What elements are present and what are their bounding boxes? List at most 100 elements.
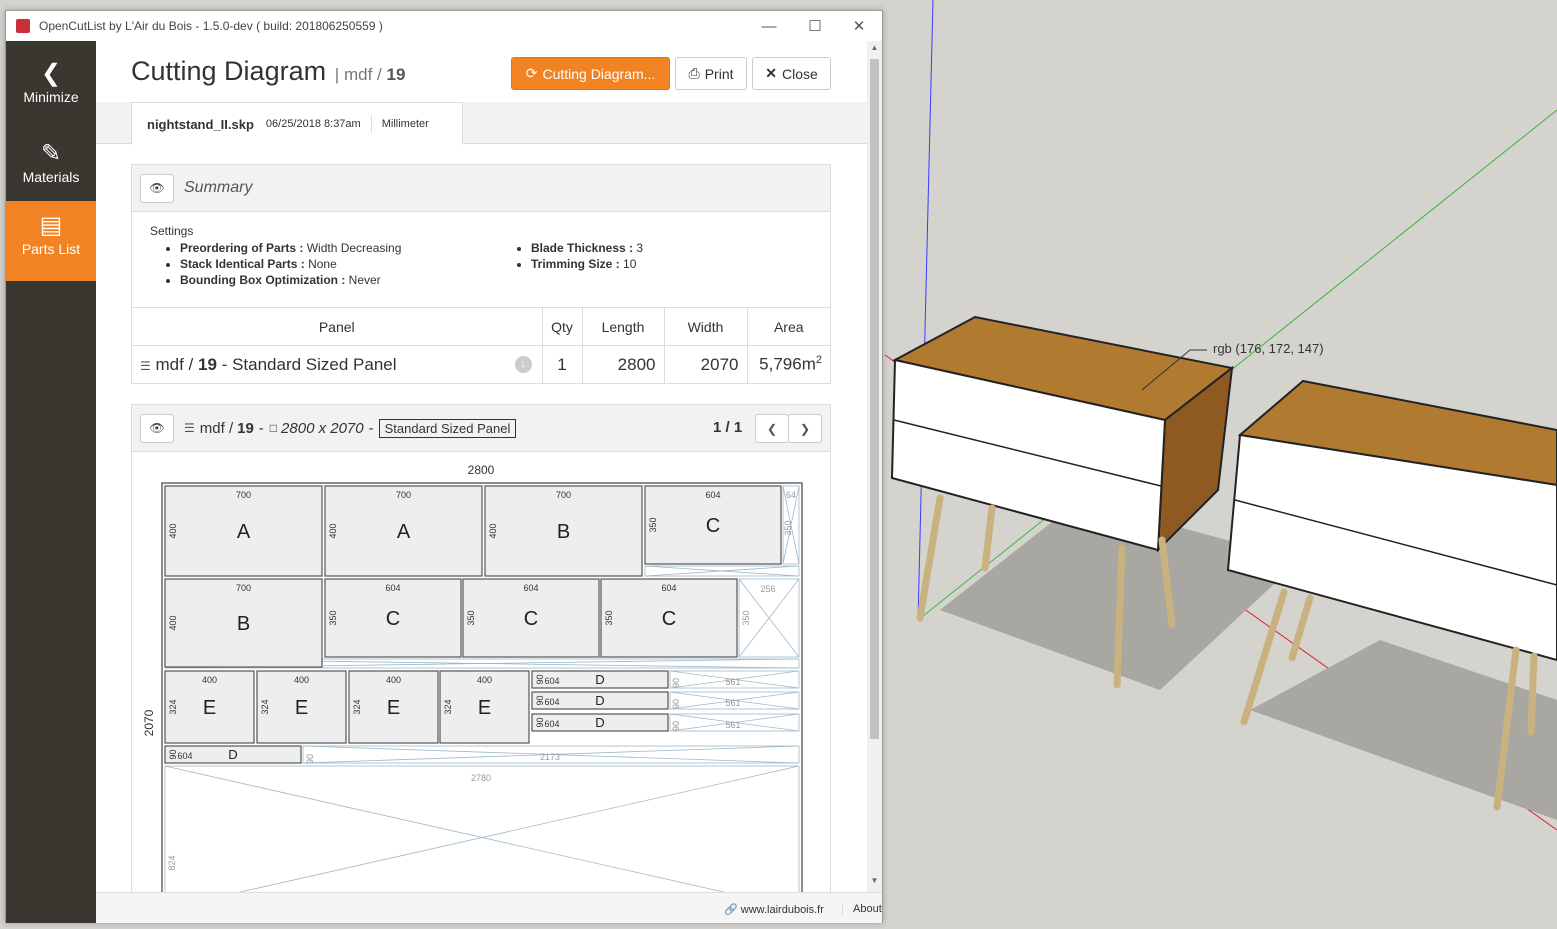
part-c[interactable]: C 604 350 xyxy=(462,578,600,658)
part-width-label: 604 xyxy=(523,583,538,593)
part-label: A xyxy=(397,521,411,543)
part-a[interactable]: A 700 400 xyxy=(164,485,323,577)
setting-item: Trimming Size : 10 xyxy=(531,256,643,272)
model-text-label: rgb (176, 172, 147) xyxy=(1213,341,1324,356)
download-icon[interactable]: ↓ xyxy=(514,356,532,373)
part-e[interactable]: E 400 324 xyxy=(256,670,347,744)
cell-area: 5,796m2 xyxy=(746,345,830,384)
cell-length: 2800 xyxy=(581,345,664,384)
sheet-panel: 👁 ☰ mdf / 19 - □ 2800 x 2070 - Standard … xyxy=(131,404,831,892)
print-button[interactable]: ⎙ Print xyxy=(675,57,747,90)
area-value: 5,796m xyxy=(759,355,816,375)
app-icon xyxy=(16,19,30,33)
table-row[interactable]: ☰ mdf / 19 - Standard Sized Panel ↓ 1 28… xyxy=(132,345,830,384)
sheet-size: 2800 x 2070 xyxy=(281,419,364,437)
sidebar-item-materials[interactable]: ✎ Materials xyxy=(6,129,96,209)
part-a[interactable]: A 700 400 xyxy=(324,485,483,577)
settings-list-right: Blade Thickness : 3 Trimming Size : 10 xyxy=(513,240,643,272)
part-e[interactable]: E 400 324 xyxy=(348,670,439,744)
vertical-scrollbar[interactable]: ▲ ▼ xyxy=(867,41,882,892)
part-d[interactable]: D 60490 xyxy=(164,745,302,764)
waste-label: 350 xyxy=(783,520,793,535)
file-tab[interactable]: nightstand_II.skp 06/25/2018 8:37am Mill… xyxy=(131,102,463,145)
part-width-label: 400 xyxy=(294,675,309,685)
part-width-label: 700 xyxy=(236,583,251,593)
part-c[interactable]: C 604 350 xyxy=(644,485,782,565)
part-height-label: 90 xyxy=(535,674,545,684)
part-width-label: 604 xyxy=(544,719,559,729)
scroll-thumb[interactable] xyxy=(870,59,879,739)
window-minimize-button[interactable]: — xyxy=(746,11,792,41)
part-width-label: 400 xyxy=(386,675,401,685)
sheet-dash: - xyxy=(258,419,264,437)
setting-item: Preordering of Parts : Width Decreasing xyxy=(180,240,401,256)
setting-value: Width Decreasing xyxy=(306,241,402,255)
window-close-button[interactable]: ✕ xyxy=(836,11,882,41)
prev-page-button[interactable]: ❮ xyxy=(755,414,789,443)
part-height-label: 400 xyxy=(488,523,498,538)
table-header-row: Panel Qty Length Width Area xyxy=(132,307,830,346)
about-link[interactable]: About xyxy=(842,903,882,915)
title-bar[interactable]: OpenCutList by L'Air du Bois - 1.5.0-dev… xyxy=(6,11,882,41)
setting-item: Blade Thickness : 3 xyxy=(531,240,643,256)
sidebar-item-minimize[interactable]: ❮ Minimize xyxy=(6,49,96,129)
cell-panel: ☰ mdf / 19 - Standard Sized Panel ↓ xyxy=(132,345,542,384)
setting-key: Trimming Size : xyxy=(531,257,620,271)
part-label: D xyxy=(595,715,604,730)
col-width: Width xyxy=(663,307,747,346)
cutting-diagram-button[interactable]: ⟳ Cutting Diagram... xyxy=(511,57,670,90)
part-c[interactable]: C 604 350 xyxy=(600,578,738,658)
scroll-down-icon[interactable]: ▼ xyxy=(867,876,882,890)
part-label: E xyxy=(478,697,491,719)
close-button[interactable]: ✕ Close xyxy=(752,57,831,90)
close-label: Close xyxy=(781,65,818,82)
file-unit: Millimeter xyxy=(381,118,429,130)
website-link[interactable]: 🔗 www.lairdubois.fr xyxy=(724,903,824,916)
waste-label: 2780 xyxy=(471,773,491,783)
part-height-label: 324 xyxy=(260,699,270,714)
window-maximize-button[interactable]: ☐ xyxy=(792,11,838,41)
part-b[interactable]: B 700 400 xyxy=(164,578,323,668)
sheet-header: 👁 ☰ mdf / 19 - □ 2800 x 2070 - Standard … xyxy=(132,405,830,452)
waste-label: 90 xyxy=(671,699,681,709)
next-page-button[interactable]: ❯ xyxy=(788,414,822,443)
part-height-label: 90 xyxy=(535,695,545,705)
settings-list-left: Preordering of Parts : Width Decreasing … xyxy=(162,240,401,288)
setting-value: None xyxy=(308,257,337,271)
part-e[interactable]: E 400 324 xyxy=(439,670,530,744)
page-title: Cutting Diagram | mdf / 19 xyxy=(131,56,405,87)
part-label: E xyxy=(203,697,216,719)
dimensions-icon: □ xyxy=(269,421,278,435)
paint-icon: ✎ xyxy=(40,140,62,167)
part-d[interactable]: D 60490 xyxy=(531,670,669,689)
part-e[interactable]: E 400 324 xyxy=(164,670,255,744)
part-height-label: 324 xyxy=(352,699,362,714)
part-c[interactable]: C 604 350 xyxy=(324,578,462,658)
scroll-up-icon[interactable]: ▲ xyxy=(867,43,882,57)
subtitle-thickness: 19 xyxy=(386,65,406,84)
sheet-width-label: 2070 xyxy=(142,709,156,736)
row-name: - Standard Sized Panel xyxy=(221,354,397,374)
part-width-label: 604 xyxy=(661,583,676,593)
part-height-label: 400 xyxy=(328,523,338,538)
part-label: C xyxy=(524,608,538,630)
part-label: C xyxy=(662,608,676,630)
eye-slash-icon[interactable]: 👁 xyxy=(140,173,174,203)
part-d[interactable]: D 60490 xyxy=(531,691,669,710)
tab-separator xyxy=(370,115,372,133)
link-icon: 🔗 xyxy=(724,904,738,916)
cell-qty: 1 xyxy=(541,345,582,384)
opencutlist-window: OpenCutList by L'Air du Bois - 1.5.0-dev… xyxy=(5,10,883,923)
part-b[interactable]: B 700 400 xyxy=(484,485,643,577)
eye-slash-icon[interactable]: 👁 xyxy=(140,413,174,443)
part-width-label: 400 xyxy=(477,675,492,685)
part-d[interactable]: D 60490 xyxy=(531,713,669,732)
part-width-label: 604 xyxy=(177,751,192,761)
sidebar-item-parts-list[interactable]: ▤ Parts List xyxy=(6,201,96,281)
part-width-label: 604 xyxy=(385,583,400,593)
cutting-diagram-label: Cutting Diagram... xyxy=(542,65,656,82)
part-label: E xyxy=(387,697,400,719)
part-height-label: 324 xyxy=(168,699,178,714)
waste-label: 824 xyxy=(167,855,177,870)
sidebar-item-label: Parts List xyxy=(21,241,81,257)
